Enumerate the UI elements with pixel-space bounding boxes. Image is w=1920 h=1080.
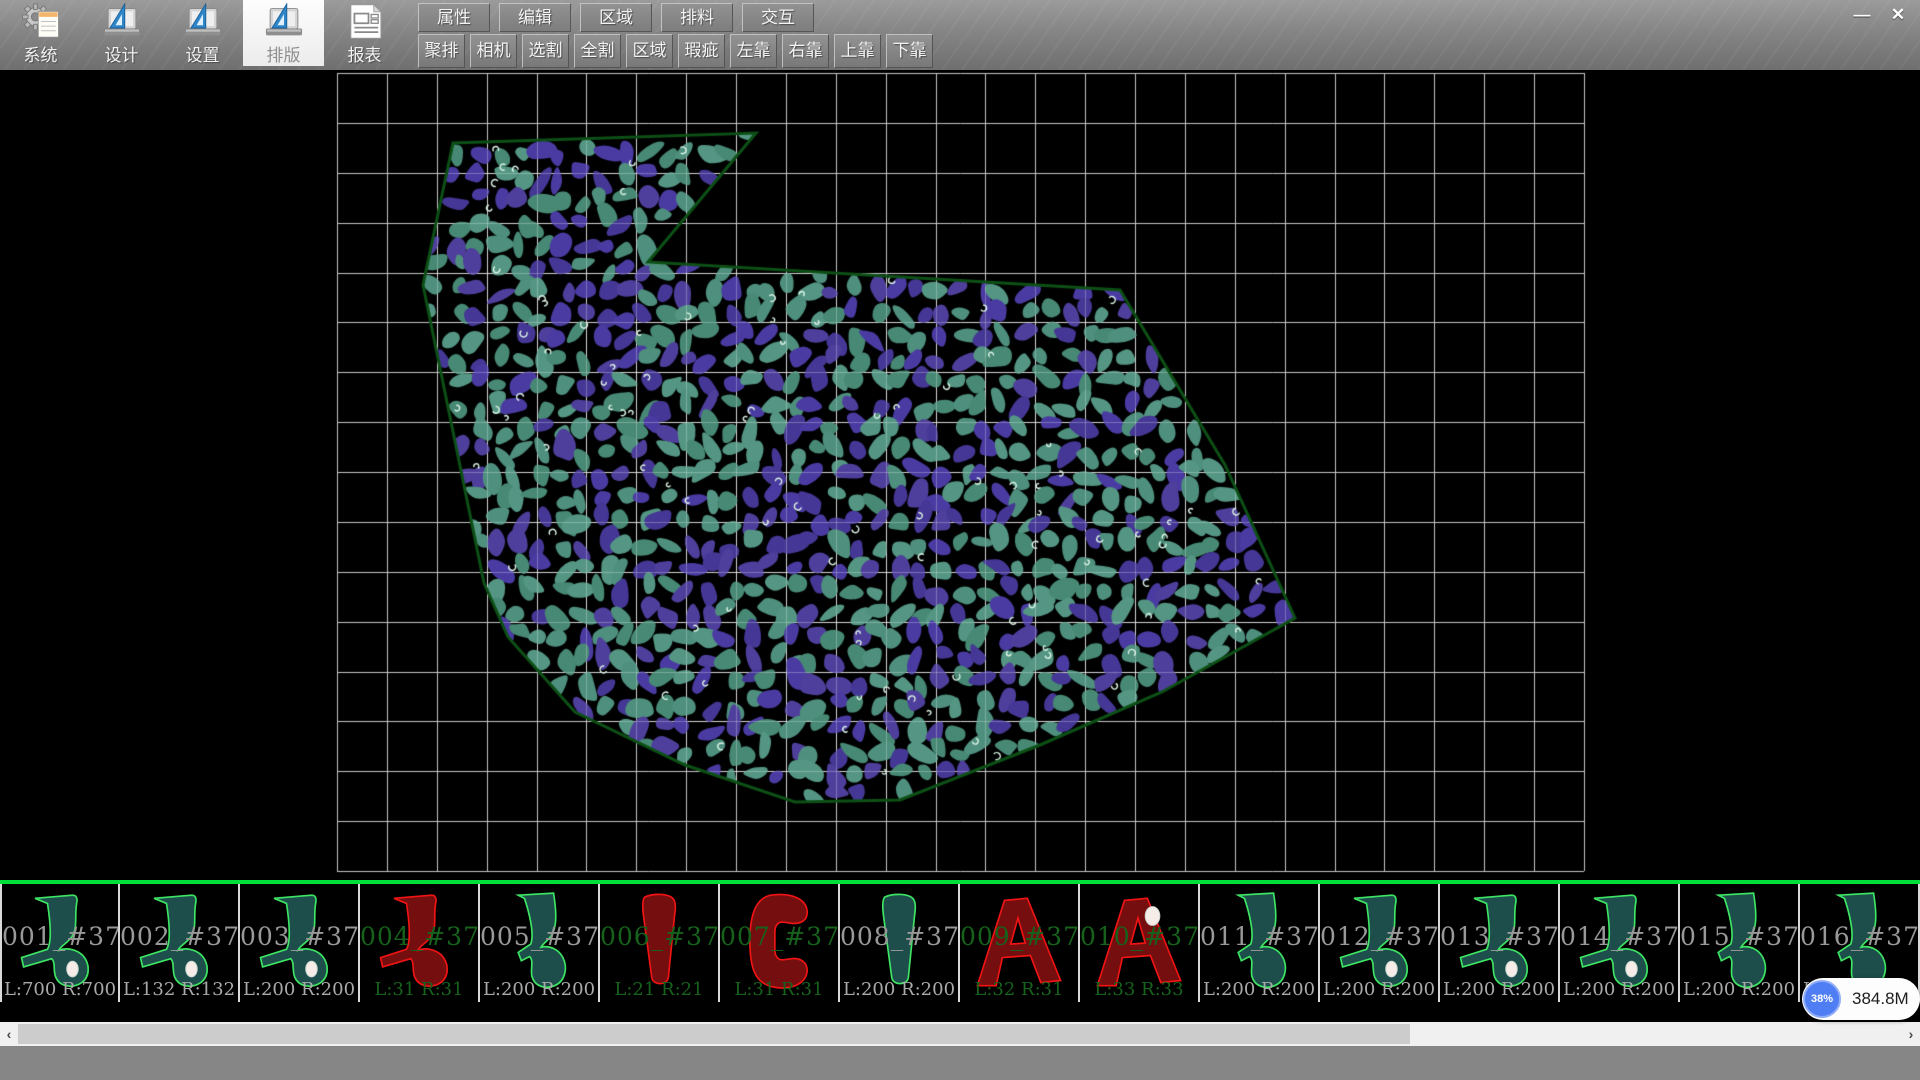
piece-id-label: 012_#37 <box>1320 922 1438 951</box>
piece-id-label: 005_#37 <box>480 922 598 951</box>
action-button-2[interactable]: 相机 <box>470 34 517 68</box>
piece-id-label: 008_#37 <box>840 922 958 951</box>
action-button-3[interactable]: 选割 <box>522 34 569 68</box>
piece-id-label: 007_#37 <box>720 922 838 951</box>
piece-hole <box>306 961 317 977</box>
action-button-8[interactable]: 右靠 <box>782 34 829 68</box>
piece-lr-label: L:32 R:31 <box>960 979 1078 1000</box>
piece-id-label: 015_#37 <box>1680 922 1798 951</box>
progress-size-label: 384.8M <box>1852 989 1909 1009</box>
piece-id-label: 001_#37 <box>2 922 118 951</box>
report-doc-icon <box>343 3 387 40</box>
piece-lr-label: L:200 R:200 <box>1200 979 1318 1000</box>
piece-lr-label: L:200 R:200 <box>1560 979 1678 1000</box>
piece-thumbnail-5[interactable]: 005_#37 L:200 R:200 <box>480 884 600 1002</box>
menu-tab-3[interactable]: 区域 <box>580 3 652 32</box>
piece-lr-label: L:33 R:33 <box>1080 979 1198 1000</box>
nesting-canvas[interactable] <box>0 70 1920 880</box>
menu-tab-2[interactable]: 编辑 <box>499 3 571 32</box>
scroll-left-button[interactable]: ‹ <box>0 1022 18 1046</box>
piece-id-label: 002_#37 <box>120 922 238 951</box>
minimize-button[interactable]: — <box>1848 2 1876 28</box>
action-button-10[interactable]: 下靠 <box>886 34 933 68</box>
action-button-6[interactable]: 瑕疵 <box>678 34 725 68</box>
piece-lr-label: L:200 R:200 <box>240 979 358 1000</box>
piece-lr-label: L:132 R:132 <box>120 979 238 1000</box>
action-button-1[interactable]: 聚排 <box>418 34 465 68</box>
settings-ruler-icon <box>180 3 226 40</box>
big-button-label: 系统 <box>24 41 58 66</box>
piece-thumbnail-15[interactable]: 015_#37 L:200 R:200 <box>1680 884 1800 1002</box>
piece-id-label: 013_#37 <box>1440 922 1558 951</box>
piece-id-label: 010_#37 <box>1080 922 1198 951</box>
big-button-label: 设计 <box>105 41 139 66</box>
piece-thumbnail-9[interactable]: 009_#37 L:32 R:31 <box>960 884 1080 1002</box>
menu-tab-bar: 属性编辑区域排料交互 <box>418 3 814 32</box>
big-button-label: 设置 <box>186 41 220 66</box>
horizontal-scrollbar[interactable]: ‹ › <box>0 1022 1920 1046</box>
piece-thumbnail-4[interactable]: 004_#37 L:31 R:31 <box>360 884 480 1002</box>
piece-id-label: 006_#37 <box>600 922 718 951</box>
piece-lr-label: L:200 R:200 <box>1320 979 1438 1000</box>
action-button-bar: 聚排相机选割全割区域瑕疵左靠右靠上靠下靠 <box>418 34 933 68</box>
piece-hole <box>186 961 197 977</box>
progress-circle[interactable]: 38% <box>1803 980 1841 1018</box>
piece-lr-label: L:200 R:200 <box>1440 979 1558 1000</box>
piece-thumbnail-8[interactable]: 008_#37 L:200 R:200 <box>840 884 960 1002</box>
big-button-label: 排版 <box>267 41 301 66</box>
menu-tab-5[interactable]: 交互 <box>742 3 814 32</box>
close-button[interactable]: ✕ <box>1884 2 1912 28</box>
big-button-3[interactable]: 设置 <box>162 0 243 66</box>
piece-hole <box>1506 961 1517 977</box>
piece-lr-label: L:200 R:200 <box>480 979 598 1000</box>
download-status-badge[interactable]: 38% 384.8M <box>1802 978 1920 1020</box>
piece-id-label: 004_#37 <box>360 922 478 951</box>
piece-id-label: 011_#37 <box>1200 922 1318 951</box>
main-toolbar: 系统 设计 设置 排版 报表 属性编辑区域排料交互 聚排相机选割全割区域瑕疵左靠… <box>0 0 1920 70</box>
big-button-2[interactable]: 设计 <box>81 0 162 66</box>
piece-thumbnail-14[interactable]: 014_#37 L:200 R:200 <box>1560 884 1680 1002</box>
piece-thumbnail-1[interactable]: 001_#37 L:700 R:700 <box>0 884 120 1002</box>
piece-thumbnail-7[interactable]: 007_#37 L:31 R:31 <box>720 884 840 1002</box>
piece-hole <box>1626 961 1637 977</box>
piece-thumbnail-strip: 001_#37 L:700 R:700 002_#37 L:132 R:132 … <box>0 884 1920 1004</box>
piece-id-label: 009_#37 <box>960 922 1078 951</box>
action-button-7[interactable]: 左靠 <box>730 34 777 68</box>
piece-thumbnail-6[interactable]: 006_#37 L:21 R:21 <box>600 884 720 1002</box>
piece-thumbnail-13[interactable]: 013_#37 L:200 R:200 <box>1440 884 1560 1002</box>
bottom-status-strip <box>0 1046 1920 1080</box>
piece-lr-label: L:31 R:31 <box>720 979 838 1000</box>
piece-lr-label: L:31 R:31 <box>360 979 478 1000</box>
piece-id-label: 003_#37 <box>240 922 358 951</box>
scrollbar-thumb[interactable] <box>18 1024 1410 1044</box>
system-gear-icon <box>18 3 64 40</box>
menu-tab-4[interactable]: 排料 <box>661 3 733 32</box>
piece-lr-label: L:200 R:200 <box>1680 979 1798 1000</box>
layout-ruler-icon <box>261 3 307 40</box>
big-button-5[interactable]: 报表 <box>324 0 405 66</box>
piece-thumbnail-12[interactable]: 012_#37 L:200 R:200 <box>1320 884 1440 1002</box>
action-button-4[interactable]: 全割 <box>574 34 621 68</box>
action-button-9[interactable]: 上靠 <box>834 34 881 68</box>
window-controls: — ✕ <box>1848 2 1912 28</box>
piece-hole <box>67 961 78 977</box>
big-button-bar: 系统 设计 设置 排版 报表 <box>0 0 405 66</box>
piece-thumbnail-3[interactable]: 003_#37 L:200 R:200 <box>240 884 360 1002</box>
big-button-label: 报表 <box>348 41 382 66</box>
piece-id-label: 016_#37 <box>1800 922 1918 951</box>
big-button-1[interactable]: 系统 <box>0 0 81 66</box>
scroll-right-button[interactable]: › <box>1902 1022 1920 1046</box>
menu-tab-1[interactable]: 属性 <box>418 3 490 32</box>
piece-lr-label: L:200 R:200 <box>840 979 958 1000</box>
piece-thumbnail-11[interactable]: 011_#37 L:200 R:200 <box>1200 884 1320 1002</box>
piece-hole <box>1386 961 1397 977</box>
piece-thumbnail-2[interactable]: 002_#37 L:132 R:132 <box>120 884 240 1002</box>
big-button-4[interactable]: 排版 <box>243 0 324 66</box>
piece-thumbnail-10[interactable]: 010_#37 L:33 R:33 <box>1080 884 1200 1002</box>
piece-lr-label: L:700 R:700 <box>2 979 118 1000</box>
piece-id-label: 014_#37 <box>1560 922 1678 951</box>
action-button-5[interactable]: 区域 <box>626 34 673 68</box>
piece-lr-label: L:21 R:21 <box>600 979 718 1000</box>
design-ruler-icon <box>99 3 145 40</box>
